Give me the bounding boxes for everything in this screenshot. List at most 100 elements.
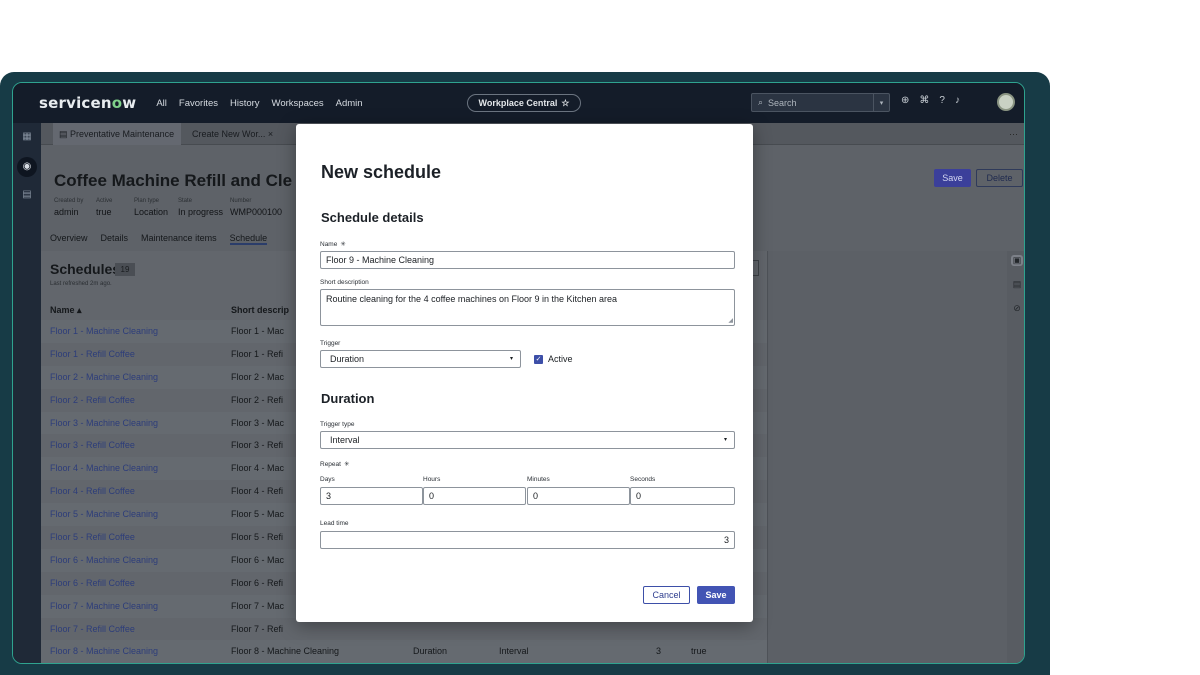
record-save-button[interactable]: Save <box>934 169 971 187</box>
maintenance-icon: ▤ <box>59 129 68 139</box>
trigger-type-select[interactable]: Interval ▾ <box>320 431 735 449</box>
days-field[interactable]: 3 <box>320 487 423 505</box>
subtab-schedule[interactable]: Schedule <box>229 233 268 245</box>
trigger-type-value: Interval <box>330 435 360 445</box>
record-info-icon[interactable]: ▣ <box>1011 255 1023 266</box>
subtab-maintenance-items[interactable]: Maintenance items <box>141 233 217 245</box>
servicenow-logo[interactable]: servicenow <box>39 94 136 112</box>
user-avatar[interactable] <box>997 93 1015 111</box>
row-short: Floor 5 - Refi <box>231 532 284 543</box>
workspace-label: Workplace Central <box>478 98 558 108</box>
row-short: Floor 6 - Refi <box>231 577 284 588</box>
schedules-count-badge: 19 <box>115 263 135 276</box>
name-field[interactable]: Floor 9 - Machine Cleaning <box>320 251 735 269</box>
subtab-details[interactable]: Details <box>101 233 129 245</box>
row-name-link[interactable]: Floor 3 - Refill Coffee <box>50 440 135 450</box>
row-name-link[interactable]: Floor 1 - Refill Coffee <box>50 349 135 359</box>
star-icon[interactable]: ☆ <box>561 98 569 109</box>
schedules-heading: Schedules <box>50 261 121 277</box>
minutes-label: Minutes <box>527 476 550 483</box>
cancel-button[interactable]: Cancel <box>643 586 690 604</box>
short-description-field[interactable]: Routine cleaning for the 4 coffee machin… <box>320 289 735 326</box>
tab-label: Preventative Maintenance <box>70 129 175 139</box>
row-name-link[interactable]: Floor 2 - Refill Coffee <box>50 395 135 405</box>
global-search[interactable]: ⌕ Search ▾ <box>751 93 890 112</box>
subtab-overview[interactable]: Overview <box>50 233 88 245</box>
table-row[interactable]: Floor 8 - Machine Cleaning Floor 8 - Mach… <box>41 640 767 663</box>
row-name-link[interactable]: Floor 6 - Machine Cleaning <box>50 555 158 565</box>
lead-time-label: Lead time <box>320 520 349 527</box>
workspace-pill[interactable]: Workplace Central ☆ <box>467 94 581 112</box>
nav-link-admin[interactable]: Admin <box>336 98 363 109</box>
seconds-field[interactable]: 0 <box>630 487 735 505</box>
short-description-value: Routine cleaning for the 4 coffee machin… <box>326 294 618 304</box>
resize-handle-icon[interactable]: ◢ <box>728 317 733 324</box>
row-short: Floor 7 - Mac <box>231 600 285 611</box>
search-scope-dropdown[interactable]: ▾ <box>873 94 889 111</box>
row-name-link[interactable]: Floor 5 - Refill Coffee <box>50 532 135 542</box>
row-short: Floor 3 - Refi <box>231 440 284 451</box>
close-icon[interactable]: × <box>268 129 273 139</box>
inbox-icon[interactable]: ▤ <box>19 189 35 203</box>
workplace-icon[interactable]: ◉ <box>17 157 37 177</box>
row-name-link[interactable]: Floor 4 - Refill Coffee <box>50 486 135 496</box>
contextual-side-rail: ▣ ▤ ⊘ <box>1007 251 1024 663</box>
help-icon[interactable]: ? <box>939 95 945 106</box>
left-rail: ▦ ◉ ▤ <box>13 123 41 663</box>
tab-create-new[interactable]: Create New Wor... × <box>186 123 306 145</box>
row-name-link[interactable]: Floor 2 - Machine Cleaning <box>50 372 158 382</box>
clipboard-icon[interactable]: ▤ <box>1011 279 1023 290</box>
row-short: Floor 1 - Refi <box>231 348 284 359</box>
nav-link-workspaces[interactable]: Workspaces <box>272 98 324 109</box>
row-name-link[interactable]: Floor 3 - Machine Cleaning <box>50 418 158 428</box>
seconds-label: Seconds <box>630 476 656 483</box>
search-input[interactable]: Search <box>768 98 797 108</box>
active-label: Active <box>548 354 573 364</box>
new-schedule-modal: New schedule Schedule details Name ✳ Floo… <box>296 124 753 622</box>
record-subtabs: Overview Details Maintenance items Sched… <box>50 233 280 245</box>
nav-link-history[interactable]: History <box>230 98 260 109</box>
minutes-field[interactable]: 0 <box>527 487 630 505</box>
chat-icon[interactable]: ⌘ <box>919 95 929 106</box>
more-tabs-icon[interactable]: ··· <box>1009 123 1018 145</box>
save-button[interactable]: Save <box>697 586 735 604</box>
nav-link-favorites[interactable]: Favorites <box>179 98 218 109</box>
trigger-select[interactable]: Duration ▾ <box>320 350 521 368</box>
column-header-name[interactable]: Name ▴ <box>50 305 82 316</box>
row-short: Floor 2 - Mac <box>231 371 285 382</box>
bell-icon[interactable]: ♪ <box>955 95 960 106</box>
row-name-link[interactable]: Floor 7 - Machine Cleaning <box>50 601 158 611</box>
row-name-link[interactable]: Floor 4 - Machine Cleaning <box>50 463 158 473</box>
modal-title: New schedule <box>321 162 442 182</box>
row-short: Floor 4 - Refi <box>231 486 284 497</box>
row-short: Floor 3 - Mac <box>231 417 285 428</box>
row-trigger-type: Interval <box>499 646 529 657</box>
nav-link-all[interactable]: All <box>156 98 167 109</box>
row-name-link[interactable]: Floor 8 - Machine Cleaning <box>50 646 158 656</box>
record-delete-button[interactable]: Delete <box>976 169 1023 187</box>
row-name-link[interactable]: Floor 6 - Refill Coffee <box>50 578 135 588</box>
attachment-icon[interactable]: ⊘ <box>1011 303 1023 314</box>
name-label: Name ✳ <box>320 241 346 248</box>
row-name-link[interactable]: Floor 7 - Refill Coffee <box>50 624 135 634</box>
active-checkbox[interactable]: ✓ <box>534 355 543 364</box>
repeat-label: Repeat ✳ <box>320 461 350 468</box>
trigger-type-label: Trigger type <box>320 421 355 428</box>
hours-field[interactable]: 0 <box>423 487 526 505</box>
meta-label-plan-type: Plan type <box>134 198 160 204</box>
globe-icon[interactable]: ⊕ <box>901 95 909 106</box>
last-refreshed: Last refreshed 2m ago. <box>50 281 112 287</box>
trigger-value: Duration <box>330 354 365 364</box>
list-icon[interactable]: ▦ <box>19 131 35 145</box>
row-name-link[interactable]: Floor 5 - Machine Cleaning <box>50 509 158 519</box>
tab-preventative-maintenance[interactable]: ▤ Preventative Maintenance <box>53 123 181 145</box>
row-short: Floor 8 - Machine Cleaning <box>231 646 340 657</box>
lead-time-field[interactable]: 3 <box>320 531 735 549</box>
row-trigger: Duration <box>413 646 448 657</box>
meta-label-number: Number <box>230 198 252 204</box>
row-name-link[interactable]: Floor 1 - Machine Cleaning <box>50 326 158 336</box>
row-active: true <box>691 646 707 657</box>
column-header-short-description[interactable]: Short descrip <box>231 305 289 315</box>
row-short: Floor 1 - Mac <box>231 326 285 336</box>
nav-links: All Favorites History Workspaces Admin <box>156 98 374 109</box>
